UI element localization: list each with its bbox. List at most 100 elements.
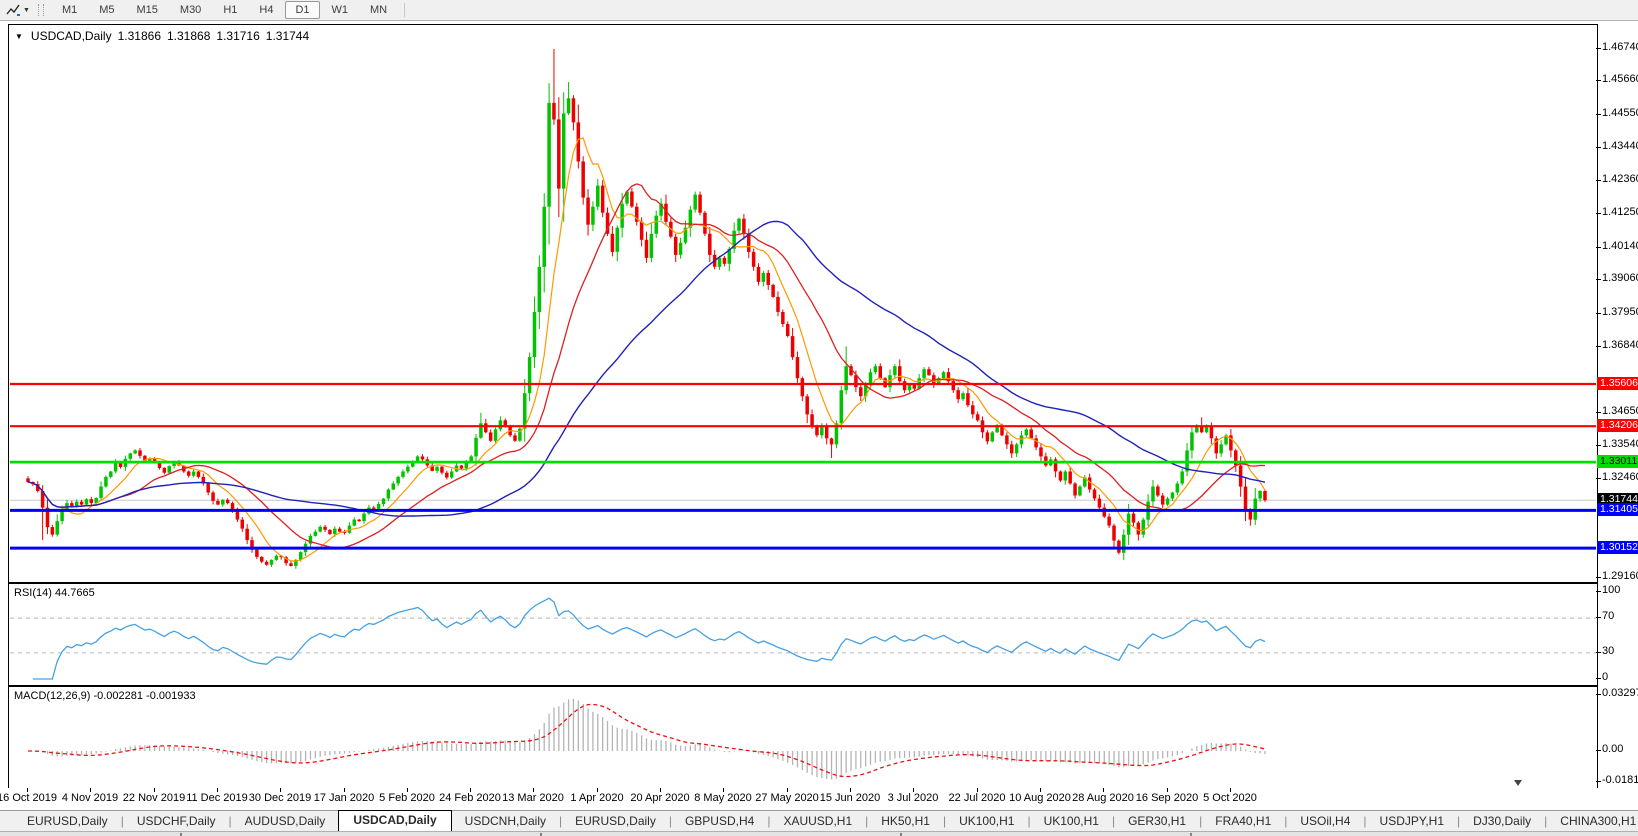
timeframe-button-m15[interactable]: M15: [127, 1, 168, 19]
axis-tick: [1596, 247, 1601, 248]
date-axis-label: 16 Sep 2020: [1136, 792, 1198, 804]
axis-tick: [1596, 694, 1601, 695]
rsi-indicator-panel[interactable]: RSI(14) 44.7665: [8, 583, 1598, 686]
candle-body: [805, 396, 809, 414]
candle-body: [776, 297, 780, 312]
axis-tick: [1596, 213, 1601, 214]
price-axis-label: 1.44550: [1602, 107, 1638, 119]
candle-body: [377, 504, 381, 509]
timeframe-button-d1[interactable]: D1: [285, 1, 319, 19]
candle-body: [654, 216, 658, 234]
candle-body: [167, 466, 171, 473]
axis-tick: [1596, 80, 1601, 81]
candle-body: [956, 390, 960, 399]
candle-body: [737, 219, 741, 231]
chart-tab-usdchf-daily[interactable]: USDCHF,Daily: [124, 812, 229, 831]
candle-body: [323, 527, 327, 530]
date-axis[interactable]: 16 Oct 20194 Nov 201922 Nov 201911 Dec 2…: [8, 788, 1638, 810]
chart-tab-usoil-h4[interactable]: USOil,H4: [1287, 812, 1363, 831]
rsi-axis-label: 30: [1602, 645, 1614, 657]
chart-tab-eurusd-daily[interactable]: EURUSD,Daily: [14, 812, 121, 831]
macd-axis-label: -0.018154: [1602, 774, 1638, 786]
candle-body: [586, 198, 590, 225]
price-axis-label: 1.36840: [1602, 339, 1638, 351]
candle-body: [26, 478, 30, 482]
candle-body: [1190, 432, 1194, 450]
candle-body: [698, 195, 702, 213]
timeframe-button-mn[interactable]: MN: [360, 1, 397, 19]
candle-body: [757, 267, 761, 282]
candle-body: [255, 550, 259, 557]
chart-tab-ger30-h1[interactable]: GER30,H1: [1115, 812, 1199, 831]
price-chart-canvas[interactable]: [9, 25, 1597, 582]
chart-tab-china300-h1[interactable]: CHINA300,H1: [1547, 812, 1638, 831]
candle-body: [591, 207, 595, 225]
candle-body: [1122, 535, 1126, 553]
candle-body: [1093, 490, 1097, 499]
date-axis-label: 28 Aug 2020: [1072, 792, 1134, 804]
candle-body: [679, 243, 683, 255]
chart-tab-dj30-daily[interactable]: DJ30,Daily: [1460, 812, 1544, 831]
timeframe-button-h4[interactable]: H4: [249, 1, 283, 19]
rsi-chart-canvas[interactable]: [9, 584, 1597, 685]
chart-tab-eurusd-daily[interactable]: EURUSD,Daily: [562, 812, 669, 831]
price-axis-label: 1.39060: [1602, 272, 1638, 284]
chart-tab-usdcnh-daily[interactable]: USDCNH,Daily: [452, 812, 559, 831]
chart-tab-usdcad-daily[interactable]: USDCAD,Daily: [338, 810, 451, 831]
candle-body: [1005, 435, 1009, 444]
timeframe-button-m1[interactable]: M1: [52, 1, 87, 19]
axis-tick: [1596, 114, 1601, 115]
candle-body: [119, 463, 123, 467]
candle-body: [572, 98, 576, 122]
axis-tick: [1596, 617, 1601, 618]
timeframe-button-m5[interactable]: M5: [89, 1, 124, 19]
candle-body: [1166, 499, 1170, 505]
chart-tab-uk100-h1[interactable]: UK100,H1: [1031, 812, 1112, 831]
chart-title-expander-icon[interactable]: ▼: [15, 32, 23, 41]
chart-tab-xauusd-h1[interactable]: XAUUSD,H1: [770, 812, 865, 831]
candle-body: [1151, 487, 1155, 502]
chart-tab-hk50-h1[interactable]: HK50,H1: [868, 812, 943, 831]
candle-body: [1132, 514, 1136, 523]
candle-body: [494, 429, 498, 440]
macd-axis-label: 0.00: [1602, 743, 1623, 755]
candle-body: [903, 381, 907, 390]
timeframe-button-m30[interactable]: M30: [170, 1, 211, 19]
chart-tab-usdjpy-h1[interactable]: USDJPY,H1: [1367, 812, 1457, 831]
chart-shift-marker[interactable]: [1514, 780, 1522, 786]
candle-body: [766, 273, 770, 285]
main-price-panel[interactable]: ▼ USDCAD,Daily 1.31866 1.31868 1.31716 1…: [8, 24, 1598, 583]
timeframe-toolbar: ▼ M1M5M15M30H1H4D1W1MN: [0, 0, 1638, 21]
candle-body: [226, 500, 230, 503]
chart-tab-audusd-daily[interactable]: AUDUSD,Daily: [232, 812, 339, 831]
candle-body: [260, 557, 264, 562]
timeframe-button-h1[interactable]: H1: [213, 1, 247, 19]
chart-tab-fra40-h1[interactable]: FRA40,H1: [1202, 812, 1284, 831]
candle-body: [289, 563, 293, 566]
candle-body: [372, 508, 376, 509]
candle-body: [1258, 491, 1262, 499]
axis-tick: [1596, 346, 1601, 347]
price-axis-label: 1.45660: [1602, 73, 1638, 85]
chart-tools-button[interactable]: ▼: [4, 2, 32, 18]
candle-body: [163, 468, 167, 473]
candle-body: [1156, 487, 1160, 496]
candle-body: [1078, 487, 1082, 496]
candle-body: [270, 560, 274, 565]
candle-body: [1039, 447, 1043, 456]
toolbar-grip-handle[interactable]: [38, 4, 44, 16]
candle-body: [952, 381, 956, 390]
candle-body: [1025, 429, 1029, 435]
candle-body: [396, 477, 400, 484]
date-axis-label: 11 Dec 2019: [186, 792, 248, 804]
candle-body: [708, 234, 712, 255]
chart-tab-uk100-h1[interactable]: UK100,H1: [946, 812, 1027, 831]
chart-tab-gbpusd-h4[interactable]: GBPUSD,H4: [672, 812, 767, 831]
macd-chart-canvas[interactable]: [9, 687, 1597, 788]
price-axis-label: 1.43440: [1602, 140, 1638, 152]
candle-body: [630, 192, 634, 207]
macd-indicator-panel[interactable]: MACD(12,26,9) -0.002281 -0.001933: [8, 686, 1598, 789]
mt4-terminal: ▼ M1M5M15M30H1H4D1W1MN ▼ USDCAD,Daily 1.…: [0, 0, 1638, 836]
timeframe-button-w1[interactable]: W1: [322, 1, 359, 19]
candle-body: [60, 511, 64, 521]
